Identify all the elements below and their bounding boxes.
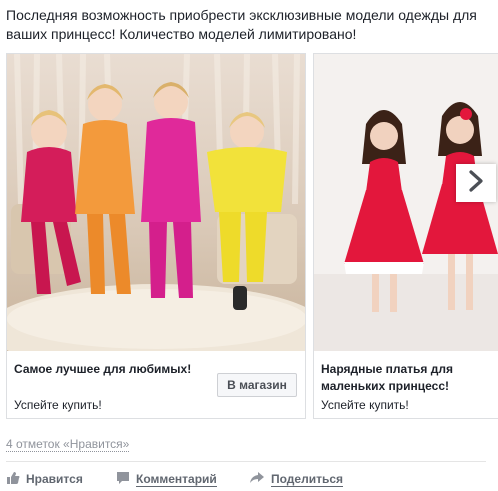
product-carousel: Самое лучшее для любимых! Успейте купить…	[6, 53, 498, 419]
likes-count-link[interactable]: 4 отметок «Нравится»	[6, 437, 130, 452]
speech-bubble-icon	[116, 471, 130, 488]
thumbs-up-icon	[6, 471, 20, 488]
share-label: Поделиться	[271, 471, 344, 487]
carousel-card[interactable]: Самое лучшее для любимых! Успейте купить…	[6, 53, 306, 419]
comment-label: Комментарий	[136, 471, 217, 487]
share-arrow-icon	[249, 471, 265, 488]
card-title[interactable]: Самое лучшее для любимых!	[14, 361, 214, 378]
shop-button[interactable]: В магазин	[217, 373, 297, 397]
card-body: Самое лучшее для любимых! Успейте купить…	[7, 351, 305, 419]
carousel-next-button[interactable]	[456, 164, 496, 202]
card-subtitle: Успейте купить!	[321, 398, 409, 412]
carousel-card[interactable]: Нарядные платья для маленьких принцесс! …	[313, 53, 498, 419]
post-text: Последняя возможность приобрести эксклюз…	[6, 7, 477, 42]
card-image-kids-tracksuits[interactable]	[7, 54, 305, 351]
like-button[interactable]: Нравится	[6, 469, 83, 489]
divider	[6, 461, 486, 462]
share-button[interactable]: Поделиться	[249, 469, 344, 489]
card-image-red-dresses[interactable]	[314, 54, 498, 351]
card-subtitle: Успейте купить!	[14, 398, 102, 412]
comment-button[interactable]: Комментарий	[116, 469, 217, 489]
card-title[interactable]: Нарядные платья для маленьких принцесс!	[321, 361, 498, 395]
like-label: Нравится	[26, 472, 83, 486]
chevron-right-icon	[468, 169, 484, 197]
card-body: Нарядные платья для маленьких принцесс! …	[314, 351, 498, 419]
